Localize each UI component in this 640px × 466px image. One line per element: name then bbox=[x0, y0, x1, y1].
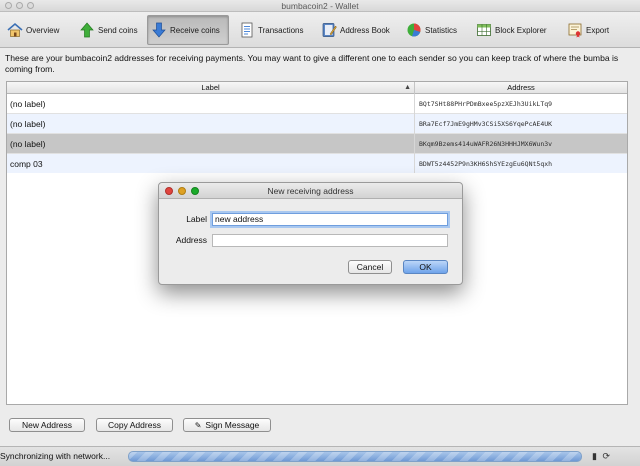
sort-ascending-icon: ▲ bbox=[404, 84, 411, 91]
label-input[interactable]: new address bbox=[212, 213, 448, 226]
status-text: Synchronizing with network... bbox=[0, 451, 111, 461]
copy-address-button[interactable]: Copy Address bbox=[96, 418, 173, 432]
pie-chart-icon bbox=[406, 22, 422, 38]
sync-progress-bar bbox=[128, 451, 582, 462]
toolbar-label: Address Book bbox=[340, 25, 390, 35]
grid-table-icon bbox=[476, 22, 492, 38]
green-up-arrow-icon bbox=[79, 22, 95, 38]
table-row[interactable]: comp 03 BDWT5z4452P9n3KH6ShSYEzgEu6QNt5q… bbox=[7, 154, 627, 174]
new-address-button[interactable]: New Address bbox=[9, 418, 85, 432]
export-certificate-icon bbox=[567, 22, 583, 38]
blue-down-arrow-icon bbox=[151, 22, 167, 38]
dialog-title: New receiving address bbox=[267, 186, 354, 196]
sync-check-icon: ⟳ bbox=[602, 451, 611, 461]
toolbar-overview[interactable]: Overview bbox=[4, 15, 62, 45]
toolbar-transactions[interactable]: Transactions bbox=[236, 15, 307, 45]
toolbar-address-book[interactable]: Address Book bbox=[318, 15, 393, 45]
column-header-address[interactable]: Address bbox=[415, 82, 627, 94]
cancel-button[interactable]: Cancel bbox=[348, 260, 392, 274]
table-row-selected[interactable]: (no label) BKqm9Bzems414uWAFR26N3HHHJMX6… bbox=[7, 134, 627, 154]
row-label: (no label) bbox=[7, 134, 415, 154]
row-label: comp 03 bbox=[7, 154, 415, 174]
page-description: These are your bumbacoin2 addresses for … bbox=[5, 53, 619, 74]
toolbar-label: Overview bbox=[26, 25, 60, 35]
toolbar-label: Statistics bbox=[425, 25, 458, 35]
new-receiving-address-dialog: New receiving address Label new address … bbox=[158, 182, 463, 285]
ok-button[interactable]: OK bbox=[403, 260, 448, 274]
label-field-label: Label bbox=[186, 214, 207, 224]
row-address: BDWT5z4452P9n3KH6ShSYEzgEu6QNt5qxh bbox=[419, 160, 553, 168]
connection-bars-icon: ▮ bbox=[592, 451, 597, 461]
toolbar-label: Send coins bbox=[98, 25, 138, 35]
toolbar-send-coins[interactable]: Send coins bbox=[76, 15, 141, 45]
window-title: bumbacoin2 - Wallet bbox=[281, 1, 359, 11]
toolbar-label: Export bbox=[586, 25, 610, 35]
toolbar-block-explorer[interactable]: Block Explorer bbox=[473, 15, 550, 45]
row-address: BRa7Ecf7JmE9gHMv3CSi5XS6YqePcAE4UK bbox=[419, 120, 553, 128]
address-book-icon bbox=[321, 22, 337, 38]
sign-message-label: Sign Message bbox=[205, 420, 260, 430]
window-titlebar: bumbacoin2 - Wallet bbox=[0, 0, 640, 12]
address-input[interactable] bbox=[212, 234, 448, 247]
status-bar: Synchronizing with network... ▮ ⟳ bbox=[0, 446, 640, 466]
address-table: Label ▲ Address (no label) BQt7SHt88PHrP… bbox=[6, 81, 628, 174]
toolbar-label: Receive coins bbox=[170, 25, 220, 35]
address-field-label: Address bbox=[175, 235, 207, 245]
column-header-label[interactable]: Label ▲ bbox=[7, 82, 415, 94]
toolbar-statistics[interactable]: Statistics bbox=[403, 15, 460, 45]
table-header: Label ▲ Address bbox=[7, 82, 627, 94]
sign-message-button[interactable]: ✎ Sign Message bbox=[183, 418, 271, 432]
toolbar: Overview Send coins Receive coins Transa… bbox=[0, 12, 640, 48]
pen-icon: ✎ bbox=[194, 421, 202, 430]
row-label: (no label) bbox=[7, 114, 415, 134]
table-row[interactable]: (no label) BRa7Ecf7JmE9gHMv3CSi5XS6YqePc… bbox=[7, 114, 627, 134]
toolbar-label: Transactions bbox=[258, 25, 304, 35]
table-row[interactable]: (no label) BQt7SHt88PHrPDmBxee5pzXEJh3Ui… bbox=[7, 94, 627, 114]
home-icon bbox=[7, 22, 23, 38]
toolbar-receive-coins[interactable]: Receive coins bbox=[147, 15, 229, 45]
row-address: BQt7SHt88PHrPDmBxee5pzXEJh3UikLTq9 bbox=[419, 100, 553, 108]
sync-progress-fill bbox=[129, 452, 581, 461]
row-address: BKqm9Bzems414uWAFR26N3HHHJMX6Wun3v bbox=[419, 140, 553, 148]
dialog-titlebar: New receiving address bbox=[159, 183, 462, 199]
toolbar-export[interactable]: Export bbox=[564, 15, 612, 45]
toolbar-label: Block Explorer bbox=[495, 25, 547, 35]
row-label: (no label) bbox=[7, 94, 415, 114]
status-icons: ▮ ⟳ bbox=[592, 451, 610, 462]
document-list-icon bbox=[239, 22, 255, 38]
